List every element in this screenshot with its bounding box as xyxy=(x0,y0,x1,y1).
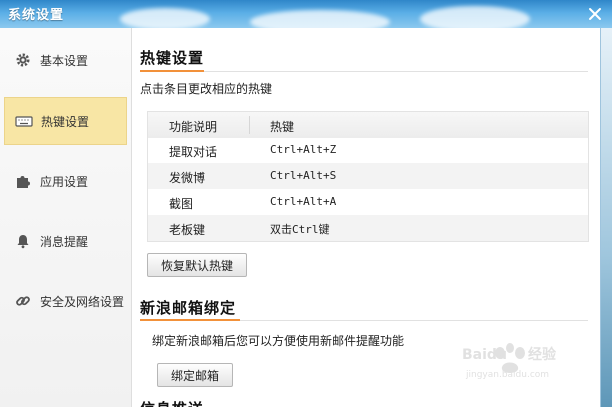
close-icon[interactable] xyxy=(588,7,602,21)
table-row[interactable]: 提取对话 Ctrl+Alt+Z xyxy=(148,137,588,163)
table-row[interactable]: 老板键 双击Ctrl键 xyxy=(148,215,588,241)
push-section-title: 信息推送 xyxy=(140,398,204,407)
watermark-brand: Baidu xyxy=(462,347,507,363)
puzzle-icon xyxy=(14,172,32,190)
link-icon xyxy=(14,292,32,310)
watermark-url: jingyan.baidu.com xyxy=(465,370,549,379)
window-title: 系统设置 xyxy=(8,8,65,23)
hotkeys-section-title: 热键设置 xyxy=(140,49,205,67)
paw-logo-icon: Baidu 经验 jingyan.baidu.com xyxy=(462,343,557,380)
hotkey-value: Ctrl+Alt+Z xyxy=(270,143,337,156)
sidebar-item-label: 热键设置 xyxy=(41,114,90,129)
sidebar-item-label: 应用设置 xyxy=(40,174,89,189)
hotkey-function: 老板键 xyxy=(169,223,206,237)
sidebar-item-basic[interactable]: 基本设置 xyxy=(4,37,125,83)
background-strip xyxy=(600,28,612,407)
column-divider xyxy=(249,116,250,134)
sidebar-item-hotkeys[interactable]: 热键设置 xyxy=(4,97,127,145)
window-controls xyxy=(564,0,612,28)
sidebar-item-label: 消息提醒 xyxy=(40,234,89,249)
window-titlebar[interactable]: 系统设置 xyxy=(0,0,612,28)
hotkey-function: 发微博 xyxy=(169,171,206,185)
cloud-decoration xyxy=(120,8,210,28)
table-row[interactable]: 截图 Ctrl+Alt+A xyxy=(148,189,588,215)
table-header: 功能说明 热键 xyxy=(148,112,588,138)
sidebar: 基本设置 热键设置 应用设置 消息提醒 安全及网络设置 xyxy=(0,28,132,407)
table-row[interactable]: 发微博 Ctrl+Alt+S xyxy=(148,163,588,189)
hotkey-value: Ctrl+Alt+A xyxy=(270,195,337,208)
sidebar-item-label: 基本设置 xyxy=(40,53,89,68)
bind-mailbox-button[interactable]: 绑定邮箱 xyxy=(157,363,233,387)
column-header: 功能说明 xyxy=(169,120,218,134)
cloud-decoration xyxy=(250,10,390,28)
cloud-decoration xyxy=(420,6,530,28)
mail-hint: 绑定新浪邮箱后您可以方便使用新邮件提醒功能 xyxy=(152,334,405,348)
hotkeys-table: 功能说明 热键 提取对话 Ctrl+Alt+Z 发微博 Ctrl+Alt+S 截… xyxy=(147,111,589,242)
hotkey-value: 双击Ctrl键 xyxy=(270,223,330,236)
gear-icon xyxy=(14,51,32,69)
keyboard-icon xyxy=(15,112,33,130)
baidu-watermark: Baidu 经验 jingyan.baidu.com xyxy=(462,335,572,380)
sidebar-item-apps[interactable]: 应用设置 xyxy=(4,158,125,204)
hotkeys-hint: 点击条目更改相应的热键 xyxy=(140,82,273,96)
hotkey-function: 提取对话 xyxy=(169,145,218,159)
watermark-sub: 经验 xyxy=(528,346,557,363)
mail-section-title: 新浪邮箱绑定 xyxy=(140,299,237,317)
section-divider xyxy=(140,70,588,72)
column-header: 热键 xyxy=(270,120,295,134)
sidebar-item-security[interactable]: 安全及网络设置 xyxy=(4,278,125,324)
hotkey-function: 截图 xyxy=(169,197,194,211)
section-divider xyxy=(140,319,588,321)
sidebar-item-label: 安全及网络设置 xyxy=(40,294,125,309)
bell-icon xyxy=(14,232,32,250)
sidebar-item-notifications[interactable]: 消息提醒 xyxy=(4,218,125,264)
hotkey-value: Ctrl+Alt+S xyxy=(270,169,337,182)
restore-default-hotkeys-button[interactable]: 恢复默认热键 xyxy=(147,253,247,277)
